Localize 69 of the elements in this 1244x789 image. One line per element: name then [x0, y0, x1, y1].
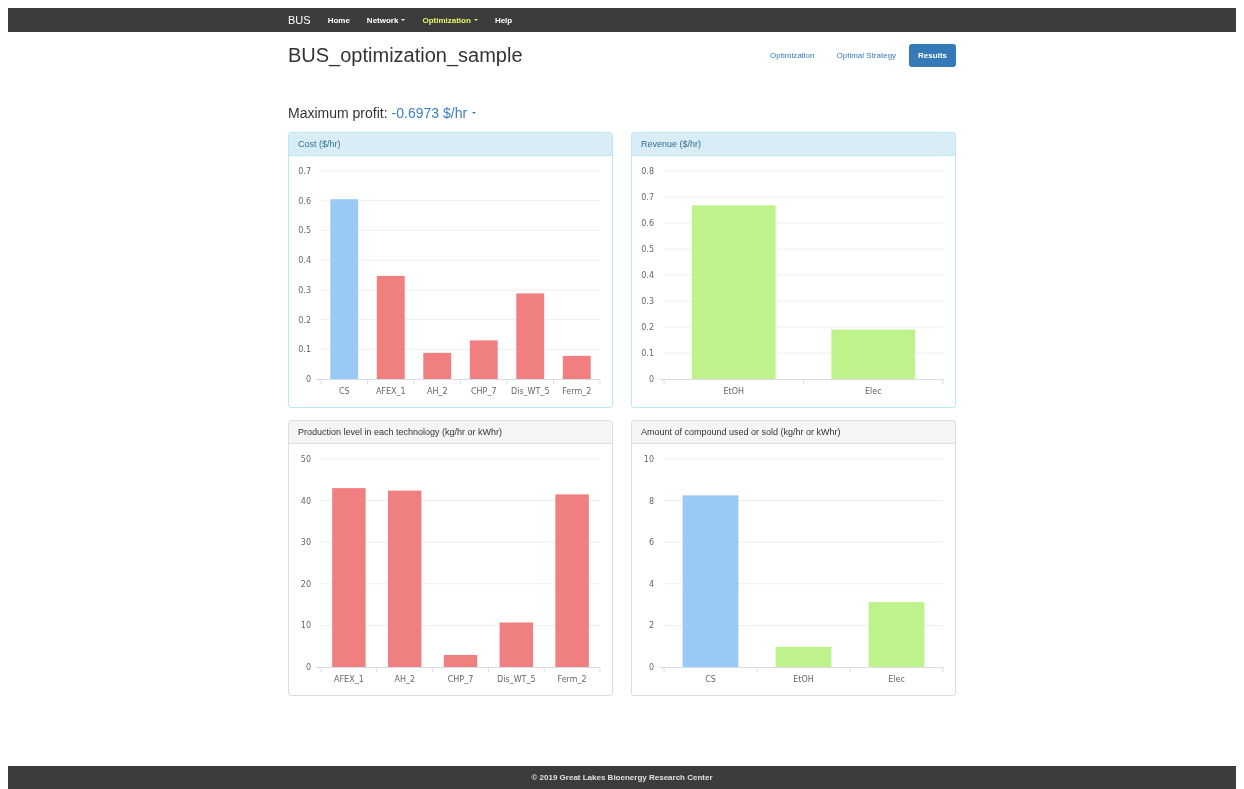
axis-tick-label: 0.4: [298, 256, 311, 266]
axis-tick-label: 0.3: [641, 297, 654, 306]
axis-tick-label: 0.6: [298, 196, 311, 206]
category-label: CS: [705, 675, 716, 684]
axis-tick-label: 0.6: [641, 219, 654, 228]
axis-tick-label: 4: [648, 579, 654, 589]
panel-title: Cost ($/hr): [289, 133, 612, 156]
category-label: CHP_7: [471, 387, 497, 396]
axis-tick-label: 0.1: [641, 349, 654, 358]
category-label: Elec: [888, 675, 905, 684]
bar: [775, 646, 832, 667]
axis-tick-label: 6: [648, 538, 654, 548]
bar: [499, 622, 534, 667]
category-label: AFEX_1: [334, 675, 364, 684]
axis-tick-label: 0.1: [298, 345, 311, 355]
view-tab[interactable]: Optimal Strategy: [827, 44, 906, 67]
axis-tick-label: 0: [648, 663, 654, 672]
axis-tick-label: 0: [648, 375, 654, 384]
axis-tick-label: 0.7: [641, 193, 654, 202]
axis-tick-label: 0.7: [298, 167, 311, 176]
category-label: Dis_WT_5: [497, 675, 536, 684]
category-label: Ferm_2: [557, 675, 587, 684]
axis-tick-label: 10: [300, 621, 311, 631]
axis-tick-label: 0.3: [298, 285, 311, 295]
nav-link[interactable]: Network: [366, 15, 406, 25]
category-label: Elec: [864, 387, 882, 396]
axis-tick-label: 0.4: [641, 271, 654, 280]
panel-title: Production level in each technology (kg/hr or kWhr): [289, 421, 612, 444]
bar: [423, 352, 452, 379]
axis-tick-label: 0.5: [298, 226, 311, 236]
panel-title: Amount of compound used or sold (kg/hr or kWhr): [632, 421, 955, 444]
view-tab[interactable]: Results: [909, 44, 956, 67]
category-label: Dis_WT_5: [511, 387, 550, 396]
axis-tick-label: 0.2: [298, 315, 311, 325]
axis-tick-label: 0: [305, 375, 311, 384]
axis-tick-label: 2: [648, 621, 654, 631]
page-title: BUS_optimization_sample: [288, 44, 523, 67]
axis-tick-label: 0.8: [641, 167, 654, 176]
nav-link[interactable]: Help: [494, 15, 513, 25]
axis-tick-label: 10: [643, 455, 654, 464]
category-label: EtOH: [793, 675, 814, 684]
bar: [443, 654, 478, 667]
profit-dropdown[interactable]: -0.6973 $/hr: [391, 105, 477, 121]
axis-tick-label: 0.2: [641, 323, 654, 332]
copyright-text: © 2019 Great Lakes Bioenergy Research Center: [531, 773, 713, 782]
category-label: AH_2: [394, 675, 415, 684]
bar: [868, 602, 925, 667]
bar: [562, 355, 591, 379]
axis-tick-label: 0: [305, 663, 311, 672]
category-label: AH_2: [426, 387, 448, 396]
profit-label: Maximum profit:: [288, 105, 388, 121]
axis-tick-label: 30: [300, 538, 311, 548]
axis-tick-label: 20: [300, 579, 311, 589]
brand-link[interactable]: BUS: [288, 14, 311, 26]
panel-title: Revenue ($/hr): [632, 133, 955, 156]
category-label: CHP_7: [447, 675, 474, 684]
category-label: EtOH: [723, 387, 744, 396]
bar: [469, 340, 498, 379]
axis-tick-label: 40: [300, 496, 311, 506]
nav-link[interactable]: Optimization: [422, 15, 478, 25]
category-label: AFEX_1: [375, 387, 406, 396]
category-label: Ferm_2: [562, 387, 592, 396]
caret-icon: [472, 112, 477, 114]
axis-tick-label: 50: [300, 455, 311, 464]
axis-tick-label: 8: [648, 496, 654, 506]
nav-link[interactable]: Home: [327, 15, 350, 25]
view-tab[interactable]: Optimization: [761, 44, 824, 67]
axis-tick-label: 0.5: [641, 245, 654, 254]
category-label: CS: [338, 387, 350, 396]
